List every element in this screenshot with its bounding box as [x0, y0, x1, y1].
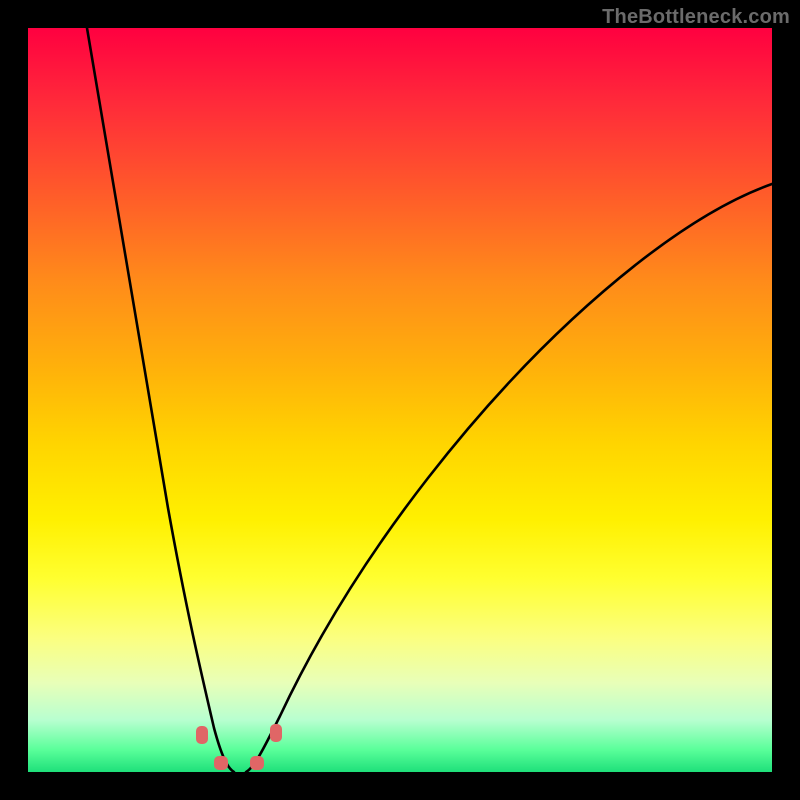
curve-marker-right-upper [270, 724, 282, 742]
plot-area [28, 28, 772, 772]
curve-left-branch [87, 28, 234, 772]
curve-marker-left-lower [214, 756, 228, 770]
bottleneck-curve [28, 28, 772, 772]
watermark-text: TheBottleneck.com [602, 6, 790, 29]
chart-frame: TheBottleneck.com [0, 0, 800, 800]
curve-right-branch [246, 184, 772, 772]
curve-marker-left-upper [196, 726, 208, 744]
curve-marker-right-lower [250, 756, 264, 770]
